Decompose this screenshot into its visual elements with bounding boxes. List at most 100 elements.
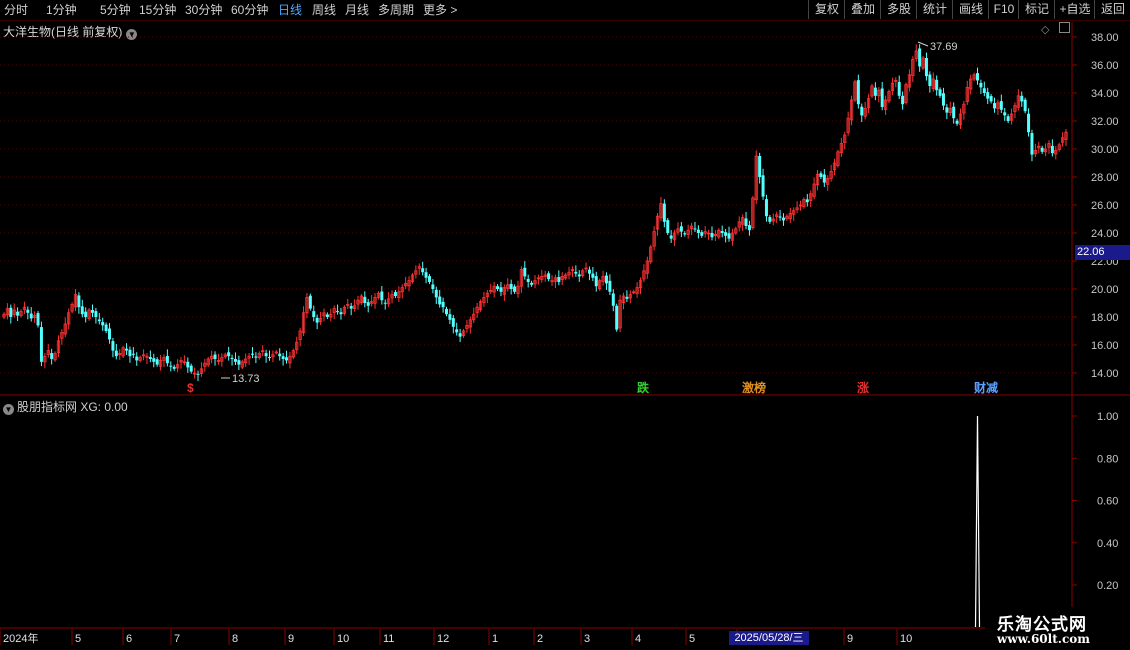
candle-body (257, 352, 261, 358)
candle-body (530, 282, 534, 285)
f10-button[interactable]: F10 (988, 0, 1019, 19)
candle-body (730, 232, 735, 241)
candle-body (121, 347, 125, 357)
candle-body (380, 291, 384, 301)
candle-body (764, 199, 768, 217)
candle-body (141, 354, 146, 357)
min-price-label: 13.73 (232, 373, 260, 385)
candle-body (536, 277, 541, 280)
period-5min[interactable]: 5分钟 (100, 2, 131, 18)
candle-body (220, 357, 224, 362)
candle-body (911, 59, 915, 77)
candle-body (414, 270, 418, 275)
candle-body (12, 309, 16, 315)
diamond-icon[interactable]: ◇ (1041, 23, 1049, 36)
candle-body (547, 273, 551, 280)
panel-toggle-icon[interactable] (1059, 22, 1070, 33)
candle-body (945, 107, 949, 113)
candle-body (261, 350, 265, 353)
candle-body (50, 353, 54, 359)
chevron-down-icon[interactable]: ▼ (126, 29, 138, 40)
candle-body (237, 360, 241, 365)
candle-body (1013, 105, 1017, 112)
candle-body (873, 87, 877, 96)
candle-body (91, 310, 94, 313)
period-more[interactable]: 更多 > (423, 2, 457, 18)
event-marker: 跌 (637, 380, 650, 395)
candle-body (33, 315, 37, 318)
candle-body (969, 78, 973, 90)
indicator-title[interactable]: ▼ 股朋指标网 XG: 0.00 (3, 398, 128, 415)
candle-body (679, 226, 683, 232)
period-fenshi[interactable]: 分时 (4, 2, 28, 18)
candle-body (468, 319, 472, 328)
candle-body (1050, 145, 1054, 154)
back-button[interactable]: 返回 (1094, 0, 1130, 19)
candle-body (591, 273, 595, 278)
period-30min[interactable]: 30分钟 (185, 2, 222, 18)
overlay-button[interactable]: 叠加 (844, 0, 881, 19)
candle-body (870, 85, 874, 97)
date-tick-label: 10 (900, 633, 912, 645)
candle-body (131, 353, 135, 355)
candle-body (754, 155, 758, 201)
candle-body (918, 48, 922, 67)
candle-body (186, 361, 190, 368)
candle-body (250, 353, 254, 355)
candle-body (574, 271, 578, 274)
stats-button[interactable]: 统计 (916, 0, 953, 19)
candle-body (298, 330, 302, 341)
draw-line-button[interactable]: 画线 (952, 0, 989, 19)
multi-stock-button[interactable]: 多股 (880, 0, 917, 19)
mark-button[interactable]: 标记 (1018, 0, 1055, 19)
candle-body (611, 293, 615, 306)
candle-body (999, 101, 1003, 110)
candle-body (285, 357, 289, 361)
candle-body (244, 358, 248, 364)
indicator-title-text: 股朋指标网 XG: 0.00 (17, 400, 128, 414)
period-monthly[interactable]: 月线 (345, 2, 369, 18)
candle-body (373, 296, 377, 304)
candle-body (659, 203, 663, 219)
chevron-down-icon[interactable]: ▼ (3, 404, 14, 415)
candle-body (519, 268, 523, 287)
price-tick-label: 26.00 (1091, 200, 1119, 212)
period-60min[interactable]: 60分钟 (231, 2, 268, 18)
event-marker: 激榜 (742, 380, 766, 395)
candle-body (584, 267, 588, 270)
indicator-tick-label: 1.00 (1097, 411, 1118, 423)
candle-body (410, 274, 415, 282)
candle-body (342, 306, 346, 314)
period-weekly[interactable]: 周线 (312, 2, 336, 18)
current-price-label: 22.06 (1075, 245, 1130, 260)
candle-body (717, 229, 721, 238)
candle-body (618, 299, 622, 329)
candle-body (295, 341, 299, 351)
fuquan-button[interactable]: 复权 (808, 0, 845, 19)
date-tick-label: 2024年 (3, 631, 38, 645)
candle-body (533, 280, 537, 285)
period-15min[interactable]: 15分钟 (139, 2, 176, 18)
candle-body (278, 353, 282, 357)
candle-body (485, 292, 489, 297)
chart-title[interactable]: 大洋生物(日线 前复权) ▼ (3, 23, 138, 40)
add-watchlist-button[interactable]: +自选 (1054, 0, 1095, 19)
candle-body (941, 93, 945, 106)
candle-body (513, 286, 517, 292)
candle-body (169, 365, 173, 367)
candle-body (370, 301, 374, 304)
candle-body (1060, 137, 1065, 143)
candle-body (724, 232, 728, 236)
candle-body (196, 373, 200, 375)
candle-body (649, 246, 653, 263)
candle-body (866, 98, 871, 108)
candle-body (63, 323, 67, 335)
period-1min[interactable]: 1分钟 (46, 2, 77, 18)
candle-body (890, 82, 895, 92)
candle-body (172, 366, 176, 369)
candle-body (683, 233, 687, 235)
chevron-right-icon: > (447, 3, 458, 17)
candle-body (703, 231, 707, 234)
period-multi[interactable]: 多周期 (378, 2, 414, 18)
period-daily[interactable]: 日线 (278, 2, 302, 18)
